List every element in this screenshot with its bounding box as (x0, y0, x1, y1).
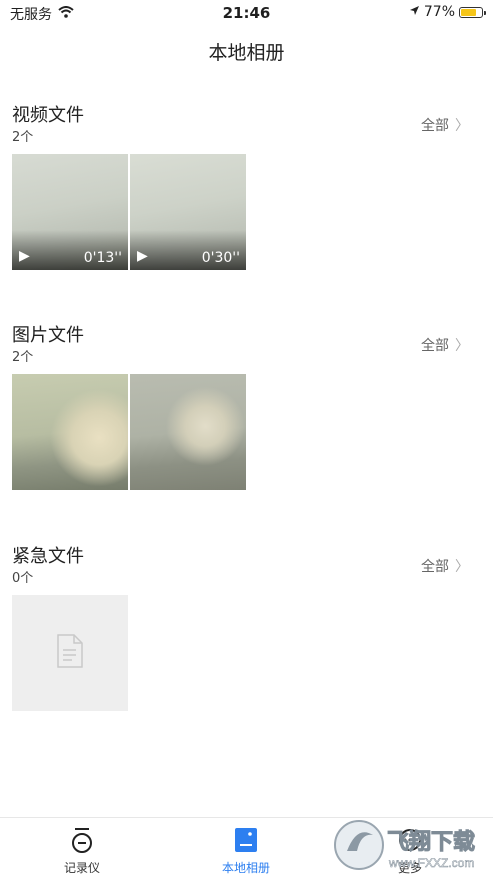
video-thumbnail[interactable]: ▶ 0'30'' (130, 154, 246, 270)
battery-icon (459, 6, 486, 18)
view-all-emergency-button[interactable]: 全部 〉 (421, 556, 469, 576)
section-count: 2个 (12, 350, 34, 365)
album-icon (234, 827, 258, 857)
section-count: 2个 (12, 130, 34, 145)
play-icon: ▶ (137, 248, 148, 264)
tab-album[interactable]: 本地相册 (186, 818, 306, 879)
watermark-url: www.FXXZ.com (388, 856, 474, 870)
tab-label: 本地相册 (221, 861, 270, 875)
watermark: 飞翔下载 www.FXXZ.com (331, 811, 489, 877)
section-count: 0个 (12, 571, 34, 586)
video-thumbnails: ▶ 0'13'' ▶ 0'30'' (12, 154, 246, 270)
status-bar: 无服务 21:46 77% (0, 0, 493, 26)
chevron-right-icon: 〉 (455, 559, 469, 575)
document-icon (56, 634, 84, 672)
view-all-photos-button[interactable]: 全部 〉 (421, 335, 469, 355)
tab-bar: 记录仪 本地相册 更多 飞翔下载 www.FXXZ.com (0, 817, 493, 879)
status-right: 77% (409, 4, 486, 20)
video-thumbnail[interactable]: ▶ 0'13'' (12, 154, 128, 270)
photo-thumbnail[interactable] (12, 374, 128, 490)
watermark-site: 飞翔下载 (387, 829, 475, 854)
tab-recorder[interactable]: 记录仪 (22, 818, 142, 879)
video-duration: 0'13'' (83, 250, 122, 266)
view-all-label: 全部 (421, 559, 449, 575)
page-title: 本地相册 (208, 42, 285, 64)
section-title: 视频文件 (12, 105, 84, 126)
location-arrow-icon (409, 4, 420, 20)
photo-thumbnail[interactable] (130, 374, 246, 490)
empty-placeholder (12, 595, 128, 711)
section-title: 紧急文件 (12, 546, 84, 567)
video-duration: 0'30'' (201, 250, 240, 266)
chevron-right-icon: 〉 (455, 118, 469, 134)
tab-label: 记录仪 (63, 861, 100, 875)
play-icon: ▶ (19, 248, 30, 264)
emergency-thumbnails (12, 595, 128, 711)
section-title: 图片文件 (12, 325, 84, 346)
view-all-label: 全部 (421, 118, 449, 134)
view-all-label: 全部 (421, 338, 449, 354)
battery-percent: 77% (423, 4, 455, 20)
view-all-videos-button[interactable]: 全部 〉 (421, 115, 469, 135)
battery-fill (461, 8, 477, 16)
chevron-right-icon: 〉 (455, 338, 469, 354)
watermark-logo: 飞翔下载 www.FXXZ.com (334, 820, 476, 870)
recorder-icon (69, 827, 95, 859)
photo-thumbnails (12, 374, 246, 490)
